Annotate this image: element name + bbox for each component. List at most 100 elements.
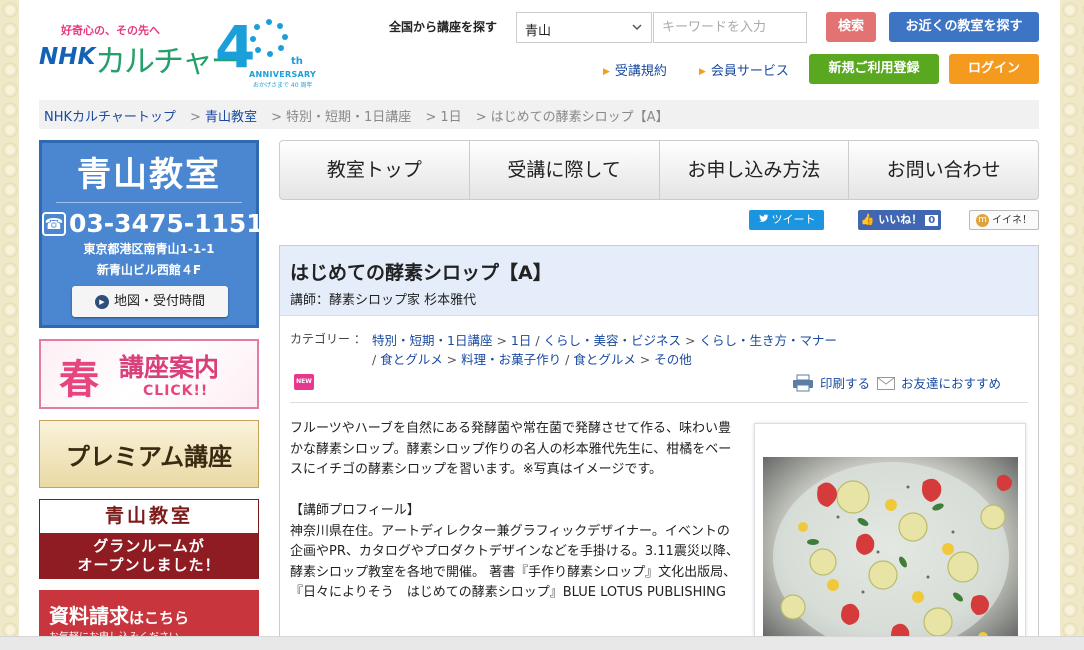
breadcrumb-separator: >: [425, 110, 437, 125]
print-link-label: 印刷する: [820, 376, 871, 391]
phone-number: 03-3475-1151: [69, 209, 264, 238]
premium-banner-title: プレミアム講座: [65, 442, 233, 471]
logo-th: th: [291, 56, 303, 67]
page: 好奇心の、その先へ NHK カルチャー 4 th ANNIVERSARY おかげ…: [19, 0, 1060, 636]
classroom-phone[interactable]: ☎ 03-3475-1151: [42, 209, 264, 238]
course-title: はじめての酵素シロップ【A】: [290, 262, 552, 284]
map-hours-label: 地図・受付時間: [113, 294, 205, 309]
classroom-nav: 教室トップ 受講に際して お申し込み方法 お問い合わせ: [279, 140, 1039, 200]
profile-text: 神奈川県在住。アートディレクター兼グラフィックデザイナー。イベントの企画やPR、…: [290, 523, 739, 601]
register-button[interactable]: 新規ご利用登録: [809, 54, 939, 84]
arrow-right-icon: ▶: [699, 67, 706, 77]
share-link-label: お友達におすすめ: [901, 376, 1002, 391]
new-badge: NEW: [294, 374, 314, 390]
course-photo-image: [763, 457, 1018, 636]
category-link[interactable]: くらし・生き方・マナー: [699, 333, 837, 348]
spring-banner-haru: 春: [59, 357, 99, 403]
site-logo[interactable]: 好奇心の、その先へ NHK カルチャー 4 th ANNIVERSARY おかげ…: [39, 10, 329, 89]
category-label: カテゴリー ：: [290, 332, 366, 346]
terms-link-label: 受講規約: [614, 64, 667, 79]
profile-heading: 【講師プロフィール】: [290, 503, 420, 518]
category-link[interactable]: 1日: [511, 333, 531, 348]
map-hours-button[interactable]: ▶ 地図・受付時間: [72, 286, 228, 317]
breadcrumb-current: はじめての酵素シロップ【A】: [490, 110, 669, 125]
mixi-iine-button[interactable]: m イイネ！: [969, 210, 1039, 230]
chevron-down-icon: [631, 21, 643, 36]
grand-banner-message: グランルームが オープンしました！: [40, 533, 258, 579]
tweet-label: ツイート: [771, 213, 816, 226]
horizontal-scrollbar[interactable]: [0, 636, 1084, 650]
tab-classroom-top[interactable]: 教室トップ: [280, 141, 470, 199]
breadcrumb-classroom[interactable]: 青山教室: [205, 110, 257, 125]
terms-link[interactable]: ▶ 受講規約: [603, 60, 667, 79]
premium-course-banner[interactable]: プレミアム講座: [39, 420, 259, 488]
breadcrumb-category: 特別・短期・1日講座: [286, 110, 412, 125]
request-banner-title: 資料請求はこちら: [49, 600, 189, 629]
tab-application-method[interactable]: お申し込み方法: [660, 141, 850, 199]
area-select-value: 青山: [525, 24, 552, 39]
classroom-address-line2: 新青山ビル西館４F: [96, 263, 202, 277]
course-description: フルーツやハーブを自然にある発酵菌や常在菌で発酵させて作る、味わい豊かな酵素シロ…: [290, 419, 742, 604]
logo-anniversary-sub: おかげさまで 40 周年: [253, 82, 313, 89]
breadcrumb-separator: >: [190, 110, 201, 125]
course-header: はじめての酵素シロップ【A】 講師：酵素シロップ家 杉本雅代: [280, 246, 1038, 316]
request-banner-sub: お気軽にお申し込みください: [49, 628, 179, 636]
area-select[interactable]: 青山: [516, 12, 652, 43]
iine-label: イイネ！: [992, 215, 1032, 226]
spring-course-banner[interactable]: 春 講座案内 CLICK!!: [39, 339, 259, 409]
twitter-icon: [758, 214, 769, 222]
classroom-name: 青山教室: [56, 147, 242, 203]
category-line-1: 特別・短期・1日講座 > 1日 / くらし・美容・ビジネス > くらし・生き方・…: [372, 333, 837, 348]
anniversary-zero-icon: [250, 19, 288, 57]
divider: [290, 402, 1028, 403]
spring-banner-click: CLICK!!: [143, 383, 209, 399]
search-button[interactable]: 検索: [826, 12, 876, 42]
course-instructor: 講師：酵素シロップ家 杉本雅代: [290, 293, 477, 308]
facebook-like-icon: 👍: [860, 213, 875, 226]
breadcrumb-top[interactable]: NHKカルチャートップ: [44, 110, 176, 125]
category-link[interactable]: くらし・美容・ビジネス: [544, 333, 682, 348]
nearby-classroom-button[interactable]: お近くの教室を探す: [889, 12, 1039, 42]
category-link[interactable]: 特別・短期・1日講座: [372, 333, 492, 348]
breadcrumb-separator: >: [475, 110, 487, 125]
category-line-2: / 食とグルメ > 料理・お菓子作り / 食とグルメ > その他: [372, 352, 692, 367]
play-icon: ▶: [94, 295, 109, 309]
course-photo-frame: [754, 423, 1026, 636]
keyword-search-input[interactable]: [653, 12, 807, 43]
breadcrumb-subcategory: 1日: [440, 110, 462, 125]
mail-icon: [877, 377, 895, 390]
facebook-like-button[interactable]: 👍 いいね！ 0: [858, 210, 941, 230]
arrow-right-icon: ▶: [603, 67, 610, 77]
breadcrumb: NHKカルチャートップ > 青山教室 > 特別・短期・1日講座 >1日 > はじめての…: [39, 100, 1039, 129]
category-link[interactable]: 料理・お菓子作り: [461, 352, 561, 367]
course-summary: フルーツやハーブを自然にある発酵菌や常在菌で発酵させて作る、味わい豊かな酵素シロ…: [290, 421, 732, 477]
request-banner-title-small: はこちら: [129, 609, 190, 627]
category-link[interactable]: 食とグルメ: [380, 352, 443, 367]
tab-attendance-info[interactable]: 受講に際して: [470, 141, 660, 199]
login-button[interactable]: ログイン: [949, 54, 1039, 84]
tweet-button[interactable]: ツイート: [749, 210, 824, 230]
request-banner-title-main: 資料請求: [49, 604, 129, 628]
like-count: 0: [925, 215, 939, 226]
tab-contact[interactable]: お問い合わせ: [849, 141, 1038, 199]
phone-icon: ☎: [42, 212, 66, 236]
document-request-banner[interactable]: 資料請求はこちら お気軽にお申し込みください: [39, 590, 259, 636]
category-link[interactable]: その他: [654, 352, 692, 367]
breadcrumb-separator: >: [271, 110, 283, 125]
print-link[interactable]: 印刷する: [792, 373, 870, 392]
logo-nhk: NHK: [39, 44, 96, 70]
share-friend-link[interactable]: お友達におすすめ: [877, 373, 1001, 392]
print-icon: [793, 374, 813, 392]
spring-banner-title: 講座案内: [119, 353, 220, 382]
member-service-link[interactable]: ▶ 会員サービス: [699, 60, 789, 79]
mixi-icon: m: [976, 214, 989, 227]
grand-banner-line2: オープンしました！: [77, 556, 221, 574]
search-label: 全国から講座を探す: [389, 20, 498, 34]
grand-room-banner[interactable]: 青山教室 グランルームが オープンしました！: [39, 499, 259, 579]
classroom-address-line1: 東京都港区南青山1-1-1: [83, 242, 215, 256]
logo-anniversary: ANNIVERSARY: [249, 70, 317, 79]
like-label: いいね！: [878, 213, 923, 226]
category-link[interactable]: 食とグルメ: [573, 352, 636, 367]
grand-banner-line1: グランルームが: [93, 537, 205, 555]
member-service-link-label: 会員サービス: [710, 64, 789, 79]
